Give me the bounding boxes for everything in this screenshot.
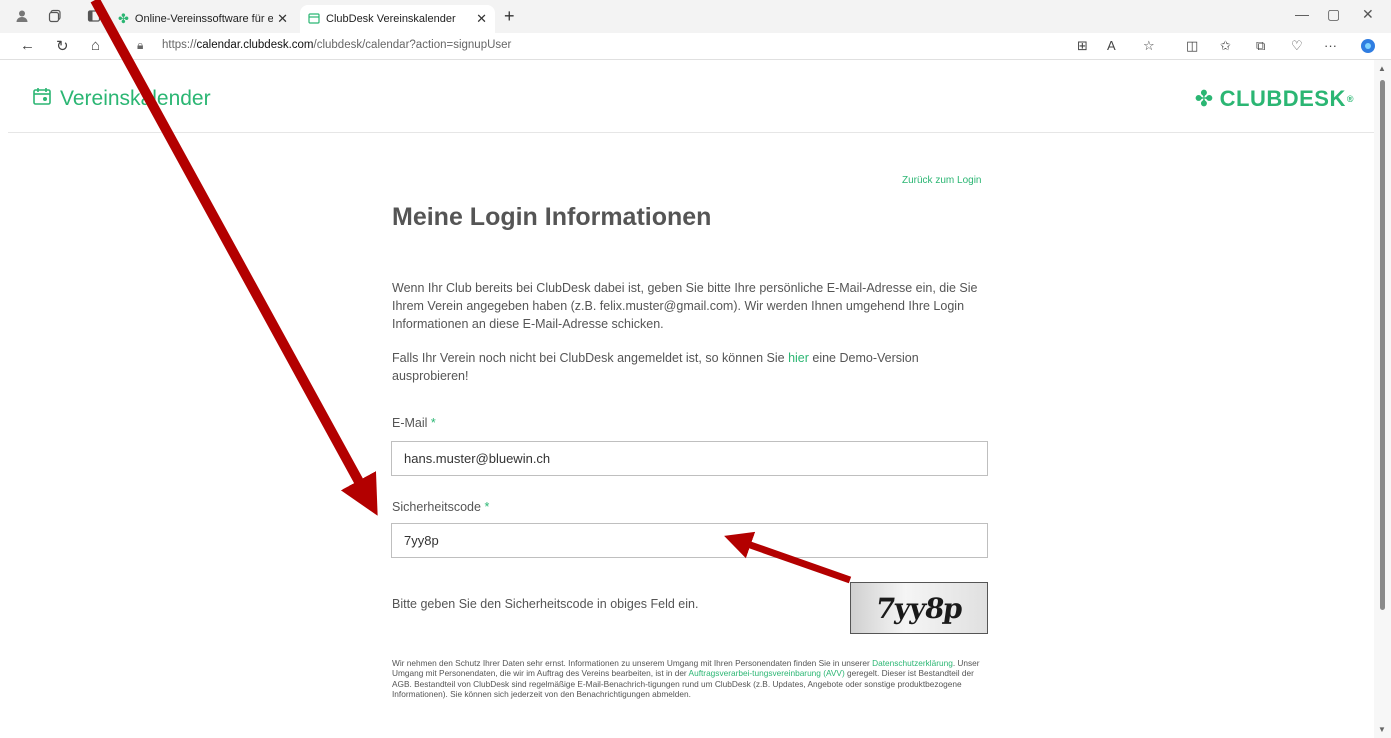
address-bar: ← ↻ ⌂ 🔒︎ https://calendar.clubdesk.com/c… bbox=[0, 33, 1391, 60]
close-window-icon[interactable]: ✕ bbox=[1362, 6, 1374, 23]
favorite-star-icon[interactable]: ☆ bbox=[1143, 38, 1155, 54]
required-mark: * bbox=[484, 500, 490, 514]
demo-text-start: Falls Ihr Verein noch nicht bei ClubDesk… bbox=[392, 351, 789, 365]
translate-icon[interactable]: ⊞ bbox=[1077, 38, 1088, 54]
clubdesk-logo[interactable]: ✤ CLUBDESK ® bbox=[1195, 86, 1354, 112]
favorites-icon[interactable]: ✩ bbox=[1220, 38, 1231, 54]
url-domain: calendar.clubdesk.com bbox=[196, 39, 314, 51]
intro-text: Wenn Ihr Club bereits bei ClubDesk dabei… bbox=[392, 281, 978, 331]
calendar-icon bbox=[32, 86, 52, 112]
lock-icon[interactable]: 🔒︎ bbox=[137, 38, 143, 53]
privacy-text-1: Wir nehmen den Schutz Ihrer Daten sehr e… bbox=[392, 658, 873, 668]
calendar-title: Vereinskalender bbox=[32, 86, 211, 112]
refresh-icon[interactable]: ↻ bbox=[56, 37, 69, 55]
scrollbar-thumb[interactable] bbox=[1380, 80, 1385, 610]
tab-title: Online-Vereinssoftware für eure bbox=[134, 13, 274, 25]
browser-tab-bar: ✤ Online-Vereinssoftware für eure ✕ Club… bbox=[0, 0, 1391, 33]
workspaces-icon[interactable] bbox=[47, 8, 63, 24]
captcha-hint: Bitte geben Sie den Sicherheitscode in o… bbox=[392, 597, 699, 611]
calendar-favicon-icon bbox=[308, 12, 320, 27]
email-label-text: E-Mail bbox=[392, 416, 428, 430]
back-icon[interactable]: ← bbox=[20, 37, 35, 54]
captcha-text: 7yy8p bbox=[873, 591, 965, 625]
captcha-image: 7yy8p bbox=[850, 582, 988, 634]
email-label: E-Mail * bbox=[392, 416, 436, 430]
profile-icon[interactable] bbox=[14, 8, 30, 24]
logo-trademark: ® bbox=[1346, 94, 1354, 104]
privacy-policy-link[interactable]: Datenschutzerklärung bbox=[872, 658, 953, 668]
minimize-icon[interactable]: — bbox=[1295, 6, 1309, 22]
tab-title: ClubDesk Vereinskalender bbox=[326, 13, 456, 25]
restore-icon[interactable]: ▢ bbox=[1327, 6, 1340, 23]
browser-essentials-icon[interactable]: ♡ bbox=[1291, 38, 1303, 54]
page: Vereinskalender ✤ CLUBDESK ® Zurück zum … bbox=[8, 60, 1374, 738]
clover-logo-icon: ✤ bbox=[1194, 86, 1214, 111]
page-header: Vereinskalender ✤ CLUBDESK ® bbox=[8, 60, 1374, 133]
copilot-icon[interactable] bbox=[1360, 38, 1376, 57]
page-title: Meine Login Informationen bbox=[392, 203, 712, 231]
required-mark: * bbox=[430, 416, 436, 430]
calendar-title-text: Vereinskalender bbox=[60, 87, 211, 110]
url-field[interactable]: https://calendar.clubdesk.com/clubdesk/c… bbox=[162, 39, 511, 51]
url-prefix: https:// bbox=[162, 39, 197, 51]
tab-vereinssoftware[interactable]: ✤ Online-Vereinssoftware für eure ✕ bbox=[110, 5, 296, 33]
back-to-login-link[interactable]: Zurück zum Login bbox=[902, 175, 981, 186]
demo-text: Falls Ihr Verein noch nicht bei ClubDesk… bbox=[392, 349, 992, 385]
home-icon[interactable]: ⌂ bbox=[91, 37, 100, 54]
email-field[interactable] bbox=[391, 441, 988, 476]
privacy-notice: Wir nehmen den Schutz Ihrer Daten sehr e… bbox=[392, 658, 992, 700]
security-code-field[interactable] bbox=[391, 523, 988, 558]
collections-icon[interactable]: ⧉ bbox=[1256, 38, 1265, 54]
read-aloud-icon[interactable]: A bbox=[1107, 38, 1116, 53]
tab-vereinskalender[interactable]: ClubDesk Vereinskalender ✕ bbox=[300, 5, 495, 33]
new-tab-button[interactable]: + bbox=[504, 6, 515, 27]
security-code-label-text: Sicherheitscode bbox=[392, 500, 481, 514]
tab-actions-icon[interactable] bbox=[86, 8, 102, 24]
scroll-up-icon[interactable]: ▲ bbox=[1378, 64, 1386, 73]
more-icon[interactable]: ··· bbox=[1324, 38, 1337, 53]
avv-link[interactable]: Auftragsverarbei-tungsvereinbarung (AVV) bbox=[689, 668, 845, 678]
url-path: /clubdesk/calendar?action=signupUser bbox=[313, 39, 512, 51]
clover-favicon-icon: ✤ bbox=[118, 11, 129, 26]
scroll-down-icon[interactable]: ▼ bbox=[1378, 725, 1386, 734]
demo-link[interactable]: hier bbox=[788, 351, 809, 365]
close-tab-icon[interactable]: ✕ bbox=[476, 11, 487, 27]
close-tab-icon[interactable]: ✕ bbox=[277, 11, 288, 27]
security-code-label: Sicherheitscode * bbox=[392, 500, 489, 514]
split-screen-icon[interactable]: ◫ bbox=[1186, 38, 1198, 54]
page-scrollbar[interactable]: ▲ ▼ bbox=[1374, 60, 1391, 738]
logo-text: CLUBDESK bbox=[1219, 86, 1346, 111]
